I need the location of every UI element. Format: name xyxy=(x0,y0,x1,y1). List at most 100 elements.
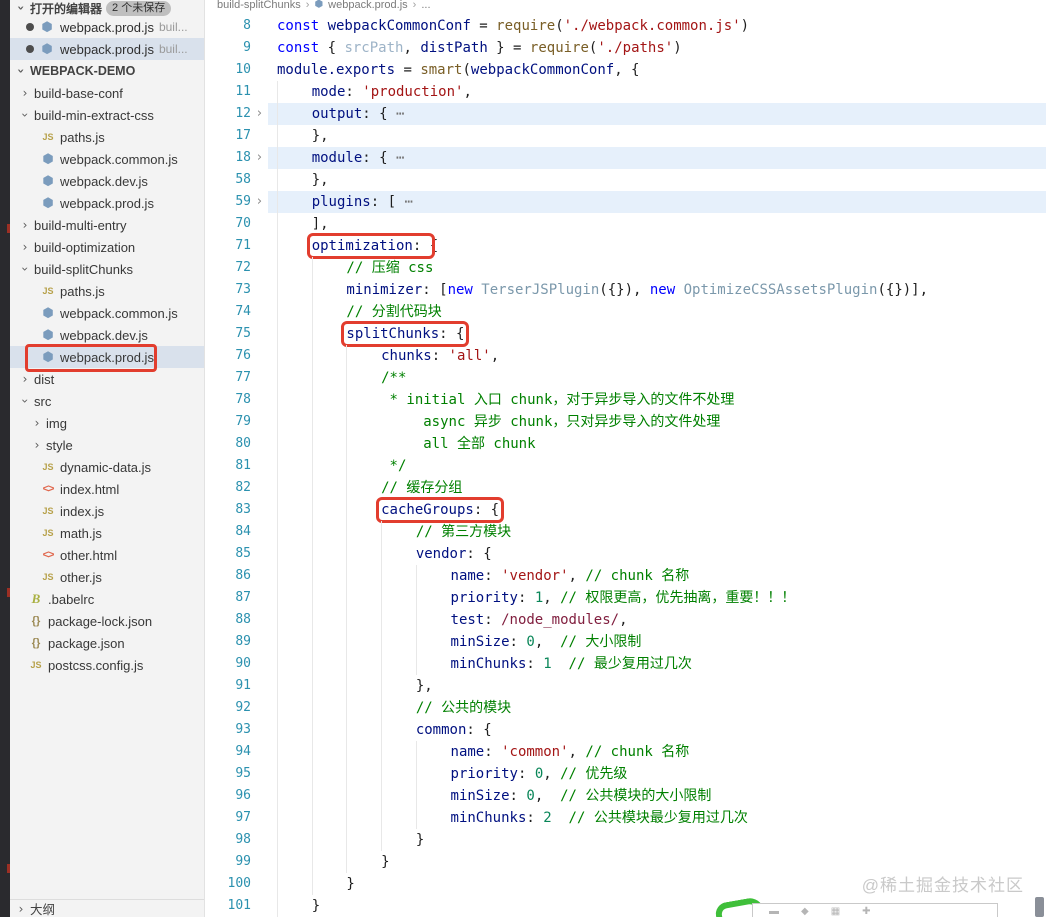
tree-item-label: index.js xyxy=(60,503,105,519)
tree-item-math.js[interactable]: JS math.js xyxy=(10,522,204,544)
js-icon: JS xyxy=(42,462,54,472)
indent-guide xyxy=(277,455,312,477)
tree-item-build-splitChunks[interactable]: › build-splitChunks xyxy=(10,258,204,280)
tree-item-postcss.config.js[interactable]: JS postcss.config.js xyxy=(10,654,204,676)
tree-item-webpack.prod.js[interactable]: ⬢ webpack.prod.js xyxy=(10,192,204,214)
code-line-content[interactable]: // 公共的模块 xyxy=(268,697,1046,719)
fold-arrow[interactable]: › xyxy=(251,103,268,125)
tree-item-webpack.common.js[interactable]: ⬢ webpack.common.js xyxy=(10,148,204,170)
code-line-content[interactable]: minChunks: 1 // 最少复用过几次 xyxy=(268,653,1046,675)
code-line-content[interactable]: priority: 0, // 优先级 xyxy=(268,763,1046,785)
breadcrumb-item[interactable]: webpack.prod.js xyxy=(328,0,408,12)
project-section-header[interactable]: › WEBPACK-DEMO xyxy=(10,60,204,82)
code-line-content[interactable]: }, xyxy=(268,125,1046,147)
code-line-content[interactable]: /** xyxy=(268,367,1046,389)
code-line-content[interactable]: mode: 'production', xyxy=(268,81,1046,103)
tree-item-webpack.dev.js[interactable]: ⬢ webpack.dev.js xyxy=(10,170,204,192)
code-line-content[interactable]: * initial 入口 chunk，对于异步导入的文件不处理 xyxy=(268,389,1046,411)
tree-item-dist[interactable]: › dist xyxy=(10,368,204,390)
code-line-content[interactable]: // 第三方模块 xyxy=(268,521,1046,543)
code-line-content[interactable]: const { srcPath, distPath } = require('.… xyxy=(268,37,1046,59)
code-line-content[interactable]: }, xyxy=(268,675,1046,697)
code-line-content[interactable]: // 压缩 css xyxy=(268,257,1046,279)
fold-arrow[interactable]: › xyxy=(251,191,268,213)
fold-arrow[interactable]: › xyxy=(251,147,268,169)
breadcrumb-item[interactable]: ... xyxy=(421,0,430,12)
code-line-content[interactable]: ], xyxy=(268,213,1046,235)
code-line-content[interactable]: } xyxy=(268,829,1046,851)
outline-section-header[interactable]: › 大纲 xyxy=(10,899,204,917)
code-token: minimizer xyxy=(346,282,423,298)
code-line-content[interactable]: plugins: [ ⋯ xyxy=(268,191,1046,213)
code-line-content[interactable]: // 分割代码块 xyxy=(268,301,1046,323)
code-line-content[interactable]: common: { xyxy=(268,719,1046,741)
code-line-content[interactable]: chunks: 'all', xyxy=(268,345,1046,367)
line-number: 11 xyxy=(235,84,251,99)
tree-item-img[interactable]: › img xyxy=(10,412,204,434)
code-line-content[interactable]: */ xyxy=(268,455,1046,477)
tree-item-package.json[interactable]: {} package.json xyxy=(10,632,204,654)
code-line-content[interactable]: optimization: { xyxy=(268,233,1046,259)
code-line-content[interactable]: cacheGroups: { xyxy=(268,497,1046,523)
tree-item-paths.js[interactable]: JS paths.js xyxy=(10,280,204,302)
tree-item-label: build-min-extract-css xyxy=(34,107,154,123)
folded-code-ellipsis[interactable]: ⋯ xyxy=(396,150,405,166)
open-editor-item[interactable]: ⬢ webpack.prod.js buil... xyxy=(10,16,204,38)
tree-item-build-multi-entry[interactable]: › build-multi-entry xyxy=(10,214,204,236)
line-number: 91 xyxy=(235,678,251,693)
code-line-content[interactable]: name: 'vendor', // chunk 名称 xyxy=(268,565,1046,587)
code-line-content[interactable]: minSize: 0, // 大小限制 xyxy=(268,631,1046,653)
tree-item-package-lock.json[interactable]: {} package-lock.json xyxy=(10,610,204,632)
code-token: new xyxy=(649,282,684,298)
tree-item-other.html[interactable]: <> other.html xyxy=(10,544,204,566)
open-editor-item[interactable]: ⬢ webpack.prod.js buil... xyxy=(10,38,204,60)
code-token: }, xyxy=(415,678,433,694)
tree-item-webpack.common.js[interactable]: ⬢ webpack.common.js xyxy=(10,302,204,324)
tree-item-src[interactable]: › src xyxy=(10,390,204,412)
line-number: 80 xyxy=(235,436,251,451)
code-token: // 公共模块最少复用过几次 xyxy=(568,810,748,826)
code-line-content[interactable]: minChunks: 2 // 公共模块最少复用过几次 xyxy=(268,807,1046,829)
tree-item-webpack.prod.js[interactable]: ⬢ webpack.prod.js xyxy=(10,344,204,372)
code-line-content[interactable]: }, xyxy=(268,169,1046,191)
code-token: // 大小限制 xyxy=(560,634,642,650)
code-line-content[interactable]: module.exports = smart(webpackCommonConf… xyxy=(268,59,1046,81)
indent-guide xyxy=(311,411,347,433)
tree-item-paths.js[interactable]: JS paths.js xyxy=(10,126,204,148)
code-line-73: 73 minimizer: [new TerserJSPlugin({}), ne… xyxy=(205,279,1046,301)
tree-item-other.js[interactable]: JS other.js xyxy=(10,566,204,588)
code-line-content[interactable]: vendor: { xyxy=(268,543,1046,565)
tree-item-index.js[interactable]: JS index.js xyxy=(10,500,204,522)
code-line-content[interactable]: minSize: 0, // 公共模块的大小限制 xyxy=(268,785,1046,807)
code-line-content[interactable]: } xyxy=(268,851,1046,873)
tree-item-style[interactable]: › style xyxy=(10,434,204,456)
tree-item-build-min-extract-css[interactable]: › build-min-extract-css xyxy=(10,104,204,126)
tree-item-webpack.dev.js[interactable]: ⬢ webpack.dev.js xyxy=(10,324,204,346)
code-line-content[interactable]: all 全部 chunk xyxy=(268,433,1046,455)
code-line-content[interactable]: output: { ⋯ xyxy=(268,103,1046,125)
tree-item-index.html[interactable]: <> index.html xyxy=(10,478,204,500)
breadcrumb-item[interactable]: build-splitChunks xyxy=(217,0,301,12)
code-line-content[interactable]: async 异步 chunk，只对异步导入的文件处理 xyxy=(268,411,1046,433)
code-line-content[interactable]: module: { ⋯ xyxy=(268,147,1046,169)
code-line-content[interactable]: splitChunks: { xyxy=(268,321,1046,347)
code-line-content[interactable]: minimizer: [new TerserJSPlugin({}), new … xyxy=(268,279,1046,301)
code-line-content[interactable]: test: /node_modules/, xyxy=(268,609,1046,631)
folded-code-ellipsis[interactable]: ⋯ xyxy=(396,106,405,122)
tree-item-dynamic-data.js[interactable]: JS dynamic-data.js xyxy=(10,456,204,478)
input-method-toolbar[interactable]: ▬ ◆ ▦ ✚ xyxy=(713,896,998,917)
fold-gutter xyxy=(251,257,268,279)
code-token: : xyxy=(484,568,502,584)
code-token: , xyxy=(534,788,561,804)
folded-code-ellipsis[interactable]: ⋯ xyxy=(404,194,413,210)
code-line-content[interactable]: name: 'common', // chunk 名称 xyxy=(268,741,1046,763)
code-line-content[interactable]: // 缓存分组 xyxy=(268,477,1046,499)
tree-item-build-optimization[interactable]: › build-optimization xyxy=(10,236,204,258)
code-token: webpackCommonConf xyxy=(327,18,471,34)
code-line-content[interactable]: priority: 1, // 权限更高，优先抽离，重要！！！ xyxy=(268,587,1046,609)
tree-item-build-base-conf[interactable]: › build-base-conf xyxy=(10,82,204,104)
tree-item-.babelrc[interactable]: B .babelrc xyxy=(10,588,204,610)
code-line-content[interactable]: const webpackCommonConf = require('./web… xyxy=(268,15,1046,37)
code-token: : xyxy=(509,634,527,650)
open-editors-header[interactable]: › 打开的编辑器 2 个未保存 xyxy=(10,0,204,16)
